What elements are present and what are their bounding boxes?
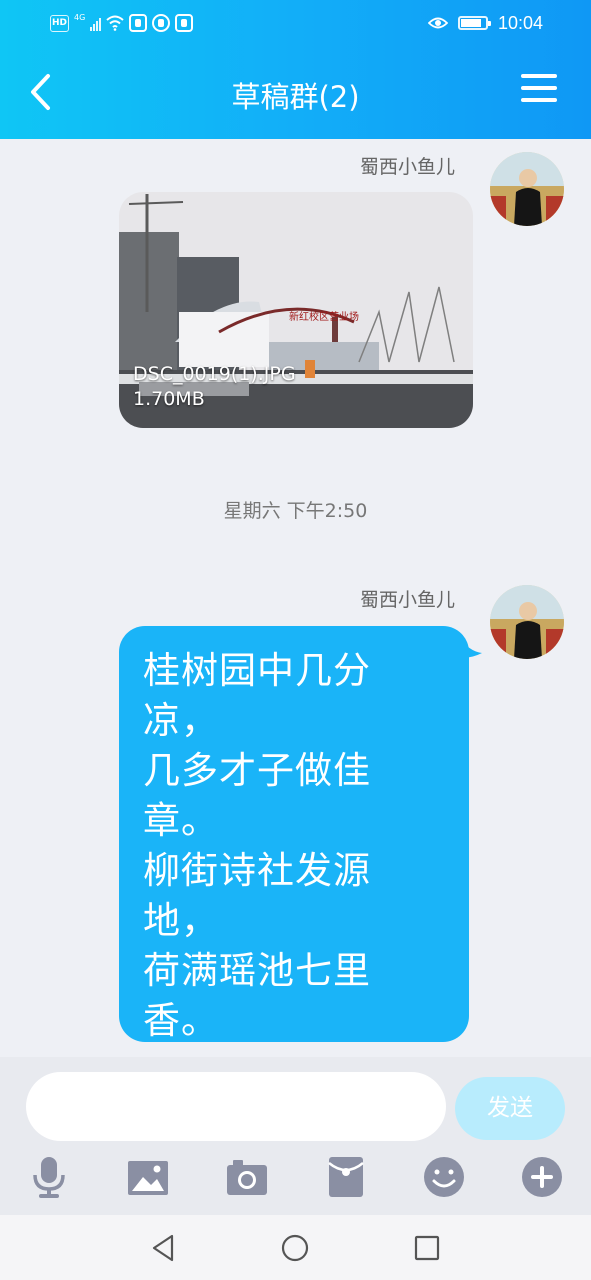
menu-button[interactable] bbox=[521, 74, 557, 112]
message-timestamp: 星期六 下午2:50 bbox=[223, 500, 368, 522]
play-notification-icon bbox=[152, 14, 171, 32]
composer: 发送 bbox=[0, 1057, 591, 1215]
message-line: 地， bbox=[143, 899, 219, 942]
message-line: 几多才子做佳 bbox=[143, 749, 371, 792]
message-line: 荷满瑶池七里 bbox=[143, 949, 371, 992]
app-notification-icon bbox=[129, 14, 148, 32]
home-circle-icon[interactable] bbox=[280, 1233, 310, 1263]
video-notification-icon bbox=[175, 14, 194, 32]
system-nav-bar bbox=[0, 1215, 591, 1280]
clock: 10:04 bbox=[497, 12, 543, 33]
back-triangle-icon[interactable] bbox=[150, 1233, 180, 1263]
sender-name: 蜀西小鱼儿 bbox=[359, 589, 455, 611]
eye-comfort-icon bbox=[427, 17, 448, 29]
emoji-icon[interactable] bbox=[422, 1155, 466, 1199]
chat-title: 草稿群(2) bbox=[231, 80, 360, 114]
hamburger-menu-icon bbox=[521, 74, 557, 78]
gate-sign: 新红校区营业场 bbox=[289, 310, 359, 323]
file-size: 1.70MB bbox=[133, 388, 205, 410]
chat-header: HD 4G 10:04 草稿群(2) bbox=[0, 0, 591, 139]
camera-icon[interactable] bbox=[225, 1155, 269, 1199]
status-icons-right: 10:04 bbox=[427, 12, 543, 34]
avatar[interactable] bbox=[490, 585, 564, 659]
message-line: 章。 bbox=[143, 799, 219, 842]
wifi-icon bbox=[106, 15, 124, 31]
battery-icon bbox=[457, 16, 491, 30]
hd-badge: HD bbox=[50, 14, 69, 32]
text-message-bubble[interactable]: 桂树园中几分 凉， 几多才子做佳 章。 柳街诗社发源 地， 荷满瑶池七里 香。 bbox=[119, 626, 469, 1042]
status-bar: HD 4G 10:04 bbox=[0, 0, 591, 46]
network-type: 4G bbox=[74, 12, 86, 22]
message-input[interactable] bbox=[26, 1072, 446, 1141]
message-line: 柳街诗社发源 bbox=[143, 849, 371, 892]
plus-icon[interactable] bbox=[520, 1155, 564, 1199]
image-icon[interactable] bbox=[126, 1155, 170, 1199]
microphone-icon[interactable] bbox=[27, 1155, 71, 1199]
message-line: 香。 bbox=[143, 999, 219, 1042]
send-button[interactable]: 发送 bbox=[455, 1077, 565, 1140]
avatar[interactable] bbox=[490, 152, 564, 226]
signal-icon bbox=[90, 16, 102, 31]
image-message[interactable]: 新红校区营业场 DSC_0019(1).JPG 1.70MB bbox=[119, 192, 473, 428]
file-name: DSC_0019(1).JPG bbox=[133, 363, 296, 385]
recents-square-icon[interactable] bbox=[412, 1233, 442, 1263]
message-line: 凉， bbox=[143, 699, 219, 742]
sender-name: 蜀西小鱼儿 bbox=[359, 156, 455, 178]
message-line: 桂树园中几分 bbox=[143, 649, 371, 692]
image-caption: DSC_0019(1).JPG 1.70MB bbox=[133, 362, 296, 412]
red-packet-icon[interactable] bbox=[324, 1155, 368, 1199]
message-list[interactable]: 蜀西小鱼儿 新红校区营业场 DSC_0019(1).JPG 1.70MB 星期六… bbox=[0, 139, 591, 1057]
status-icons-left: HD 4G bbox=[50, 12, 194, 34]
